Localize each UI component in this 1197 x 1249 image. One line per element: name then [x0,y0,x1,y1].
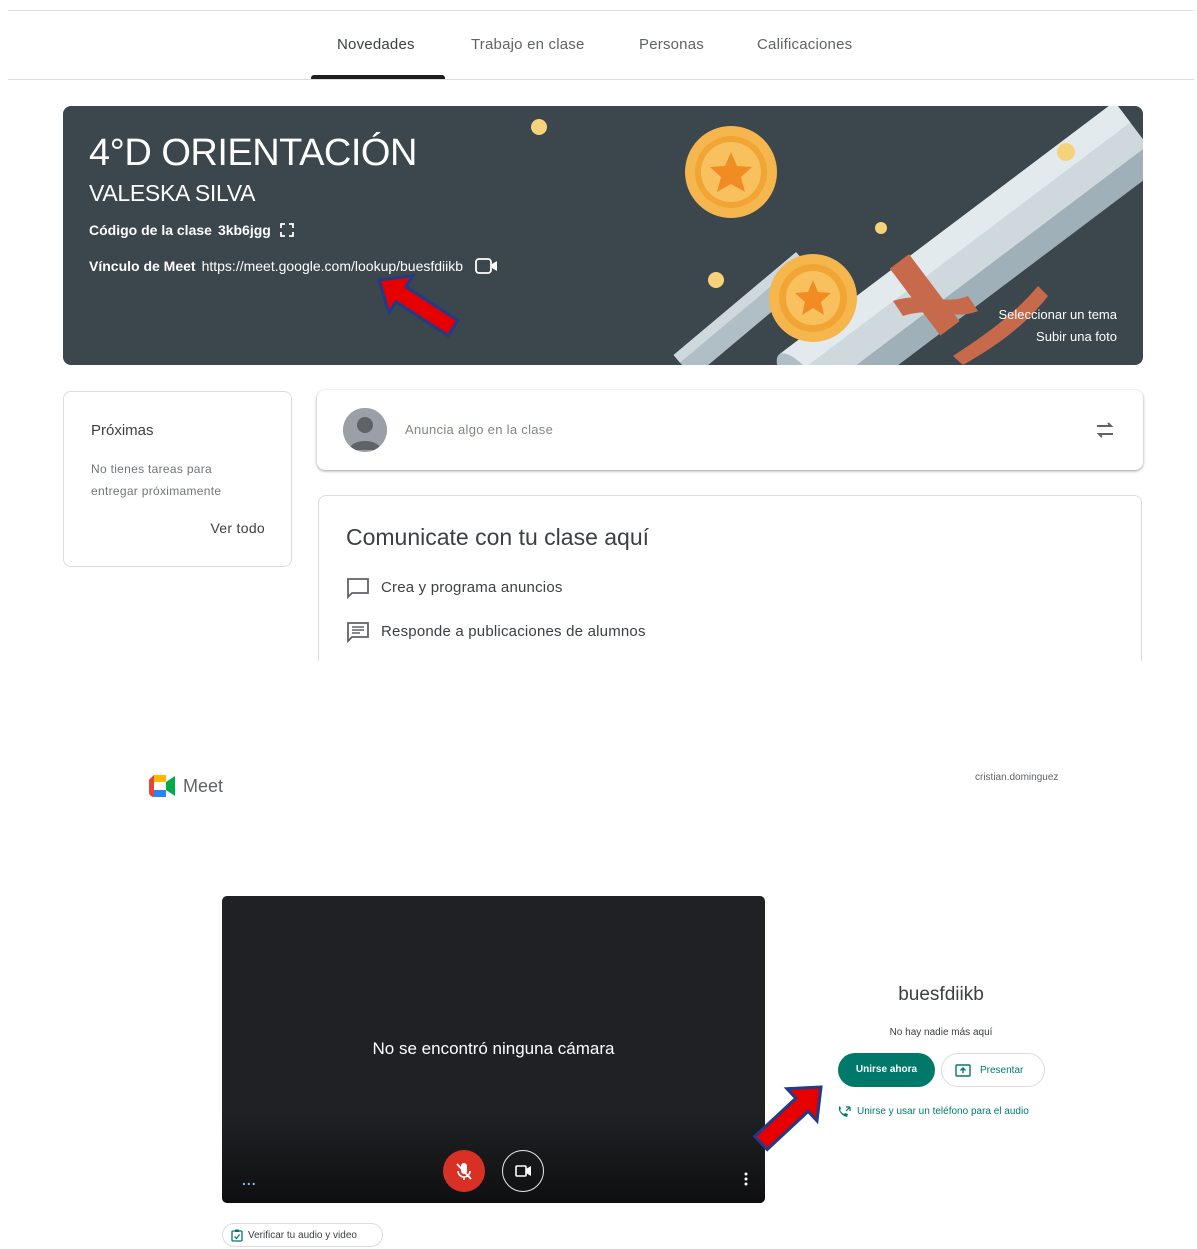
select-theme-link[interactable]: Seleccionar un tema [998,307,1117,322]
video-preview: No se encontró ninguna cámara ... [222,896,765,1203]
more-effects-button[interactable]: ... [242,1172,257,1188]
check-audio-video-label: Verificar tu audio y video [248,1230,357,1241]
meet-logo-icon [149,775,175,797]
check-audio-video-button[interactable]: Verificar tu audio y video [222,1223,383,1247]
account-name[interactable]: cristian.dominguez [975,772,1058,783]
repost-icon[interactable] [1093,418,1117,442]
classroom-tab-bar: Novedades Trabajo en clase Personas Cali… [8,11,1194,80]
participants-status: No hay nadie más aquí [889,1027,993,1038]
meeting-code: buesfdiikb [898,984,984,1005]
view-all-link[interactable]: Ver todo [210,520,265,536]
camera-toggle-button[interactable] [502,1150,544,1192]
class-code-value: 3kb6jgg [217,222,271,238]
announce-placeholder[interactable]: Anuncia algo en la clase [405,422,553,437]
tab-personas[interactable]: Personas [639,11,704,79]
class-banner: 4°D ORIENTACIÓN VALESKA SILVA Código de … [63,106,1143,365]
avatar [343,408,387,452]
join-with-phone-label: Unirse y usar un teléfono para el audio [857,1106,1029,1117]
more-options-icon[interactable] [744,1172,748,1186]
annotation-arrow-icon [752,1085,823,1152]
video-camera-icon [515,1165,531,1177]
video-gradient [222,1113,765,1203]
phone-icon [838,1106,851,1117]
mic-off-icon [456,1163,472,1180]
upcoming-empty-text: No tienes tareas para entregar próximame… [91,462,222,498]
tab-calificaciones[interactable]: Calificaciones [757,11,852,79]
annotation-arrow-icon [377,273,460,338]
upcoming-title: Próximas [91,422,154,439]
upcoming-card: Próximas No tienes tareas para entregar … [63,391,292,567]
clipboard-check-icon [231,1229,243,1242]
class-code-label: Código de la clase [89,222,212,238]
no-camera-message: No se encontró ninguna cámara [372,1039,615,1058]
meet-link-label: Vínculo de Meet [89,258,196,274]
communicate-card: Comunicate con tu clase aquí Crea y prog… [318,495,1142,661]
upload-photo-link[interactable]: Subir una foto [1036,329,1117,344]
tab-novedades[interactable]: Novedades [337,11,415,79]
default-user-icon [343,408,387,452]
communicate-title: Comunicate con tu clase aquí [346,524,650,550]
chat-bubble-icon [347,578,369,600]
meet-app-name: Meet [183,776,224,796]
class-teacher: VALESKA SILVA [89,180,256,206]
present-button[interactable]: Presentar [941,1053,1045,1087]
join-now-button[interactable]: Unirse ahora [838,1053,935,1087]
present-screen-icon [955,1064,971,1077]
tab-trabajo-en-clase[interactable]: Trabajo en clase [471,11,585,79]
class-title: 4°D ORIENTACIÓN [89,132,417,174]
communicate-item-label: Crea y programa anuncios [381,579,563,596]
fullscreen-icon[interactable] [279,222,295,238]
video-camera-icon[interactable] [475,257,499,275]
class-code-row: Código de la clase 3kb6jgg [89,222,295,238]
present-button-label: Presentar [980,1065,1024,1076]
communicate-item-label: Responde a publicaciones de alumnos [381,623,646,640]
mic-toggle-button[interactable] [443,1150,485,1192]
active-tab-indicator [311,75,445,79]
announce-box[interactable]: Anuncia algo en la clase [317,390,1143,470]
comment-list-icon [347,622,369,644]
